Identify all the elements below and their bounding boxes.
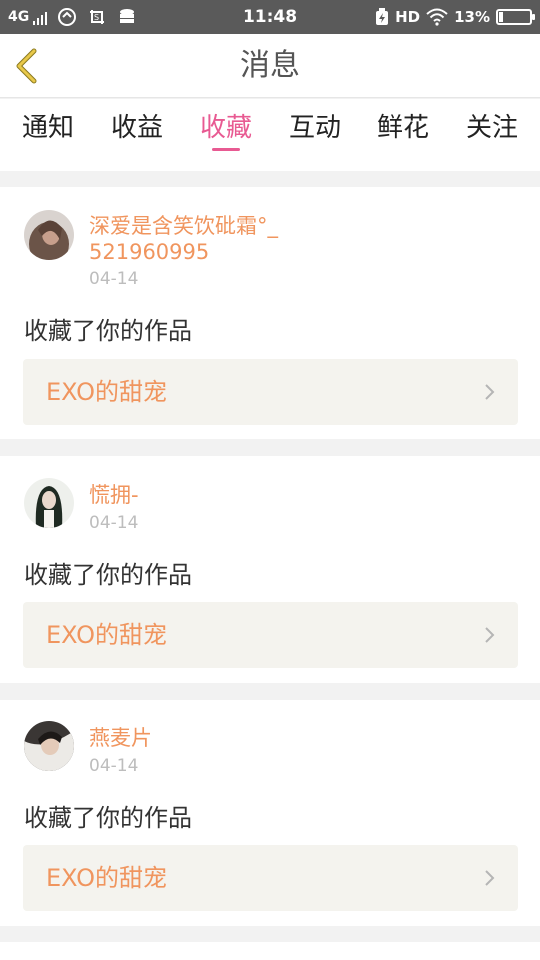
tab-bar: 通知 收益 收藏 互动 鲜花 关注 (0, 99, 540, 171)
list-item: 燕麦片 04-14 收藏了你的作品 EXO的甜宠 (0, 700, 540, 926)
date: 04-14 (89, 269, 139, 289)
username[interactable]: 深爱是含笑饮砒霜°_521960995 (89, 213, 279, 265)
page-title: 消息 (240, 48, 300, 83)
work-link[interactable]: EXO的甜宠 (23, 602, 518, 668)
battery-percent: 13% (454, 8, 490, 26)
tab-interactions[interactable]: 互动 (275, 107, 355, 144)
tab-notifications[interactable]: 通知 (8, 107, 88, 144)
list-item (0, 942, 540, 960)
status-bar: 4G S 11:48 HD 13% (0, 0, 540, 34)
chevron-right-icon (485, 870, 495, 886)
date: 04-14 (89, 513, 139, 533)
username[interactable]: 慌拥- (89, 482, 279, 508)
avatar[interactable] (24, 721, 74, 771)
header: 消息 (0, 34, 540, 98)
avatar[interactable] (24, 478, 74, 528)
date: 04-14 (89, 756, 139, 776)
work-title: EXO的甜宠 (46, 621, 167, 649)
active-tab-indicator (212, 148, 240, 151)
work-title: EXO的甜宠 (46, 378, 167, 406)
list-item: 深爱是含笑饮砒霜°_521960995 04-14 收藏了你的作品 EXO的甜宠 (0, 187, 540, 439)
action-text: 收藏了你的作品 (24, 561, 192, 589)
username[interactable]: 燕麦片 (89, 725, 279, 751)
tab-earnings[interactable]: 收益 (97, 107, 177, 144)
tab-favorites[interactable]: 收藏 (186, 107, 266, 144)
tab-flowers[interactable]: 鲜花 (363, 107, 443, 144)
battery-icon (496, 9, 535, 25)
work-link[interactable]: EXO的甜宠 (23, 359, 518, 425)
hd-label: HD (395, 8, 421, 26)
wifi-icon (426, 8, 448, 26)
action-text: 收藏了你的作品 (24, 804, 192, 832)
avatar[interactable] (24, 210, 74, 260)
work-link[interactable]: EXO的甜宠 (23, 845, 518, 911)
work-title: EXO的甜宠 (46, 864, 167, 892)
tab-follows[interactable]: 关注 (452, 107, 532, 144)
status-right: HD 13% (375, 0, 535, 34)
chevron-right-icon (485, 384, 495, 400)
list-item: 慌拥- 04-14 收藏了你的作品 EXO的甜宠 (0, 456, 540, 683)
chevron-right-icon (485, 627, 495, 643)
battery-saver-icon (376, 8, 389, 25)
action-text: 收藏了你的作品 (24, 317, 192, 345)
